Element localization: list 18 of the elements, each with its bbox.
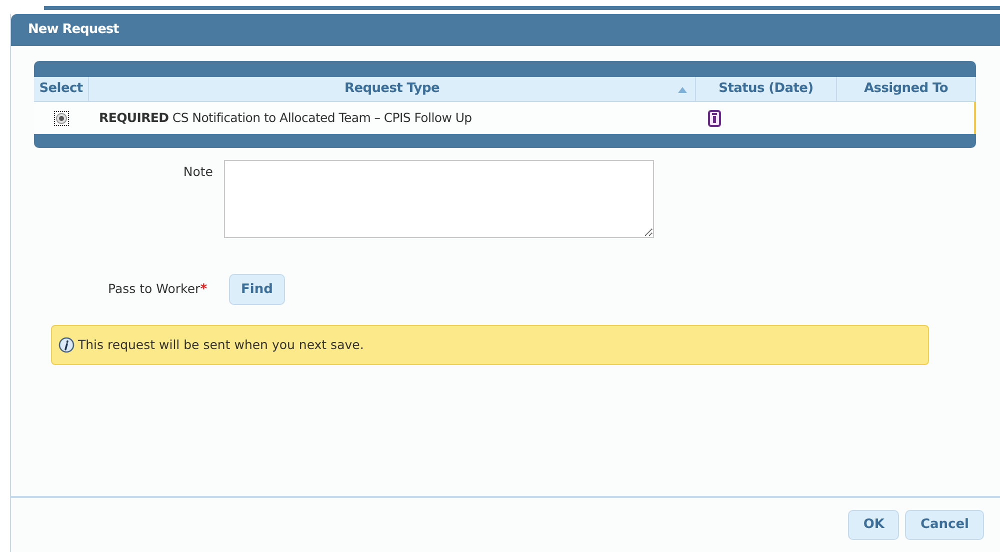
column-header[interactable]: Assigned To [837, 77, 976, 101]
select-radio[interactable] [54, 110, 69, 126]
note-label: Note [183, 163, 213, 181]
note-field[interactable] [224, 160, 654, 238]
column-header[interactable]: Request Type [89, 77, 696, 101]
info-message: This request will be sent when you next save. [78, 336, 364, 354]
dialog-button[interactable]: Cancel [905, 510, 984, 540]
dialog-button[interactable]: OK [848, 510, 900, 540]
required-asterisk: * [200, 280, 207, 299]
request-type-cell-text: REQUIRED CS Notification to Allocated Team – CPIS Follow Up [99, 108, 472, 127]
info-icon[interactable] [708, 110, 721, 126]
find-button[interactable]: Find [229, 274, 285, 305]
column-header[interactable]: Status (Date) [696, 77, 837, 101]
sort-ascending-icon [678, 87, 687, 93]
info-icon [58, 336, 75, 354]
dialog-title: New Request [28, 21, 119, 40]
pass-to-worker-label: Pass to Worker [108, 280, 200, 298]
column-header[interactable]: Select [34, 77, 89, 101]
